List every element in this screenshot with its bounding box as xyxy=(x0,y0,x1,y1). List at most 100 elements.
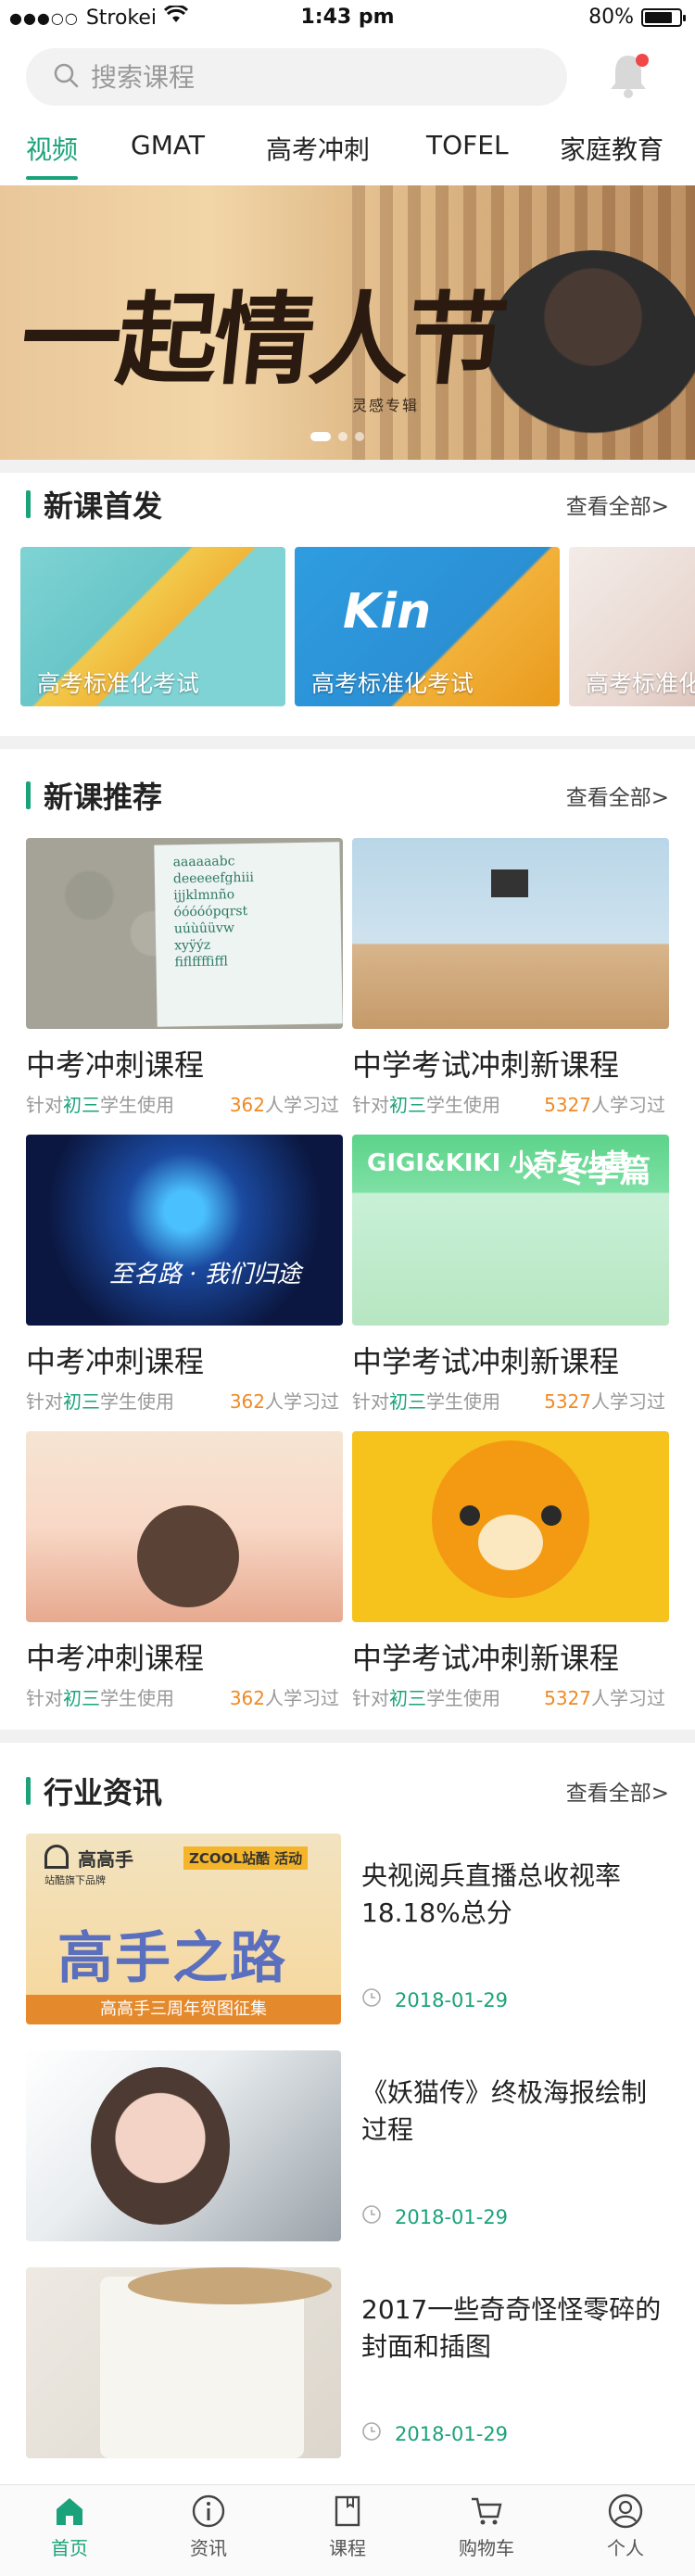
card-art-text: 高手之路 xyxy=(57,1926,287,1991)
news-header: 行业资讯 查看全部> xyxy=(26,1772,669,1810)
card-art-text: 站酷旗下品牌 xyxy=(44,1874,106,1886)
new-course-card[interactable]: Kin 高考标准化考试 xyxy=(295,547,560,706)
new-courses-view-all-link[interactable]: 查看全部> xyxy=(566,489,669,520)
tab-gaokao-sprint[interactable]: 高考冲刺 xyxy=(266,130,370,167)
pager-dot-3[interactable] xyxy=(355,432,364,441)
battery-fill xyxy=(645,11,672,23)
recommended-title: 新课推荐 xyxy=(44,780,163,815)
pager-dot-2[interactable] xyxy=(338,432,348,441)
course-thumbnail: aaaaaabc deeeeefghiii ijjklmnño óóóóópqr… xyxy=(26,838,343,1029)
tabbar-home[interactable]: 首页 xyxy=(0,2493,139,2574)
tab-tofel[interactable]: TOFEL xyxy=(426,130,509,160)
info-icon xyxy=(139,2493,278,2530)
recommended-view-all-link[interactable]: 查看全部> xyxy=(566,780,669,811)
bear-eye xyxy=(460,1505,480,1526)
tabbar-label: 资讯 xyxy=(190,2537,227,2559)
course-name: 中考冲刺课程 xyxy=(26,1047,205,1083)
course-meta: 针对初三学生使用 362人学习过 xyxy=(26,1683,343,1709)
banner-title: 一起情人节 xyxy=(15,282,510,399)
learner-count: 5327人学习过 xyxy=(544,1090,665,1117)
meta-prefix: 针对 xyxy=(352,1094,389,1116)
news-date-text: 2018-01-29 xyxy=(395,2205,509,2228)
learner-count-suffix: 人学习过 xyxy=(591,1390,665,1413)
meta-grade: 初三 xyxy=(389,1094,426,1116)
meta-suffix: 学生使用 xyxy=(426,1094,500,1116)
card-art-text: 至名路 · 我们归途 xyxy=(109,1261,301,1288)
notification-button[interactable] xyxy=(600,48,656,104)
tab-gmat[interactable]: GMAT xyxy=(131,130,205,160)
learner-count-suffix: 人学习过 xyxy=(265,1687,339,1709)
recommended-header: 新课推荐 查看全部> xyxy=(26,777,669,815)
news-title-text: 2017一些奇奇怪怪零碎的封面和插图 xyxy=(361,2294,662,2362)
search-input[interactable] xyxy=(91,61,480,93)
user-icon xyxy=(556,2493,695,2530)
pager-dot-1[interactable] xyxy=(310,432,331,441)
status-right: 80% xyxy=(588,6,686,29)
new-course-card[interactable]: 高考标准化考试 xyxy=(20,547,285,706)
section-divider xyxy=(0,460,695,473)
news-title-text: 央视阅兵直播总收视率18.18%总分 xyxy=(361,1860,622,1928)
news-item[interactable]: 2017一些奇奇怪怪零碎的封面和插图 2018-01-29 xyxy=(26,2267,669,2458)
section-divider xyxy=(0,1730,695,1743)
tabbar-cart[interactable]: 购物车 xyxy=(417,2493,556,2574)
flag-icon xyxy=(491,869,528,897)
new-course-label: 高考标准化考试 xyxy=(586,670,695,697)
battery-icon xyxy=(641,7,686,27)
tabbar-label: 个人 xyxy=(607,2537,644,2559)
search-bar[interactable] xyxy=(26,48,567,106)
news-title: 行业资讯 xyxy=(44,1775,163,1810)
new-course-label: 高考标准化考试 xyxy=(311,670,474,697)
new-course-label: 高考标准化考试 xyxy=(37,670,200,697)
news-view-all-link[interactable]: 查看全部> xyxy=(566,1775,669,1807)
news-date: 2018-01-29 xyxy=(361,2421,508,2446)
news-item[interactable]: 《妖猫传》终极海报绘制过程 2018-01-29 xyxy=(26,2050,669,2241)
course-thumbnail xyxy=(26,1431,343,1622)
tabbar-profile[interactable]: 个人 xyxy=(556,2493,695,2574)
new-courses-title: 新课首发 xyxy=(44,489,163,524)
news-title-text: 《妖猫传》终极海报绘制过程 xyxy=(361,2077,648,2145)
news-date: 2018-01-29 xyxy=(361,2204,508,2229)
section-accent-bar xyxy=(26,781,31,809)
tabbar-courses[interactable]: 课程 xyxy=(278,2493,417,2574)
course-card[interactable]: 中学考试冲刺新课程 针对初三学生使用 5327人学习过 xyxy=(352,838,669,1116)
tab-video[interactable]: 视频 xyxy=(26,130,79,180)
battery-percent: 80% xyxy=(588,6,634,29)
book-icon xyxy=(278,2493,417,2530)
course-name: 中学考试冲刺新课程 xyxy=(352,1641,620,1676)
tab-family-education[interactable]: 家庭教育 xyxy=(560,130,663,167)
course-name: 中学考试冲刺新课程 xyxy=(352,1047,620,1083)
course-thumbnail: GIGI&KIKI 小奇与小基 ✕ 冬季篇 xyxy=(352,1135,669,1326)
tabbar-label: 购物车 xyxy=(459,2537,514,2559)
learner-count-number: 362 xyxy=(229,1390,265,1413)
course-thumbnail xyxy=(352,1431,669,1622)
promo-banner[interactable]: 一起情人节 灵感专辑 xyxy=(0,185,695,460)
learner-count: 362人学习过 xyxy=(230,1387,339,1414)
meta-grade: 初三 xyxy=(63,1687,100,1709)
new-course-card[interactable]: 高考标准化考试 xyxy=(569,547,695,706)
meta-prefix: 针对 xyxy=(352,1390,389,1413)
course-card[interactable]: aaaaaabc deeeeefghiii ijjklmnño óóóóópqr… xyxy=(26,838,343,1116)
news-date: 2018-01-29 xyxy=(361,1987,508,2012)
jar-illustration xyxy=(100,2277,304,2458)
learner-count-number: 362 xyxy=(229,1094,265,1116)
news-date-text: 2018-01-29 xyxy=(395,2422,509,2445)
learner-count-number: 5327 xyxy=(544,1390,591,1413)
bottom-tab-bar: 首页 资讯 课程 购物车 个人 xyxy=(0,2484,695,2576)
tabbar-news[interactable]: 资讯 xyxy=(139,2493,278,2574)
banner-subtitle: 灵感专辑 xyxy=(352,397,420,414)
news-item[interactable]: 高高手 站酷旗下品牌 ZCOOL站酷 活动 高手之路 高高手三周年贺图征集 央视… xyxy=(26,1834,669,2024)
notification-badge xyxy=(636,54,649,67)
new-courses-header: 新课首发 查看全部> xyxy=(26,486,669,524)
course-card[interactable]: 至名路 · 我们归途 中考冲刺课程 针对初三学生使用 362人学习过 xyxy=(26,1135,343,1413)
clock-icon xyxy=(361,1987,382,2012)
course-card[interactable]: 中考冲刺课程 针对初三学生使用 362人学习过 xyxy=(26,1431,343,1709)
course-name: 中考冲刺课程 xyxy=(26,1344,205,1379)
course-card[interactable]: GIGI&KIKI 小奇与小基 ✕ 冬季篇 中学考试冲刺新课程 针对初三学生使用… xyxy=(352,1135,669,1413)
meta-prefix: 针对 xyxy=(26,1390,63,1413)
new-courses-carousel[interactable]: 高考标准化考试 Kin 高考标准化考试 高考标准化考试 xyxy=(20,547,695,706)
section-accent-bar xyxy=(26,1777,31,1805)
course-card[interactable]: 中学考试冲刺新课程 针对初三学生使用 5327人学习过 xyxy=(352,1431,669,1709)
meta-grade: 初三 xyxy=(389,1390,426,1413)
clock-icon xyxy=(361,2204,382,2229)
course-meta: 针对初三学生使用 362人学习过 xyxy=(26,1387,343,1413)
